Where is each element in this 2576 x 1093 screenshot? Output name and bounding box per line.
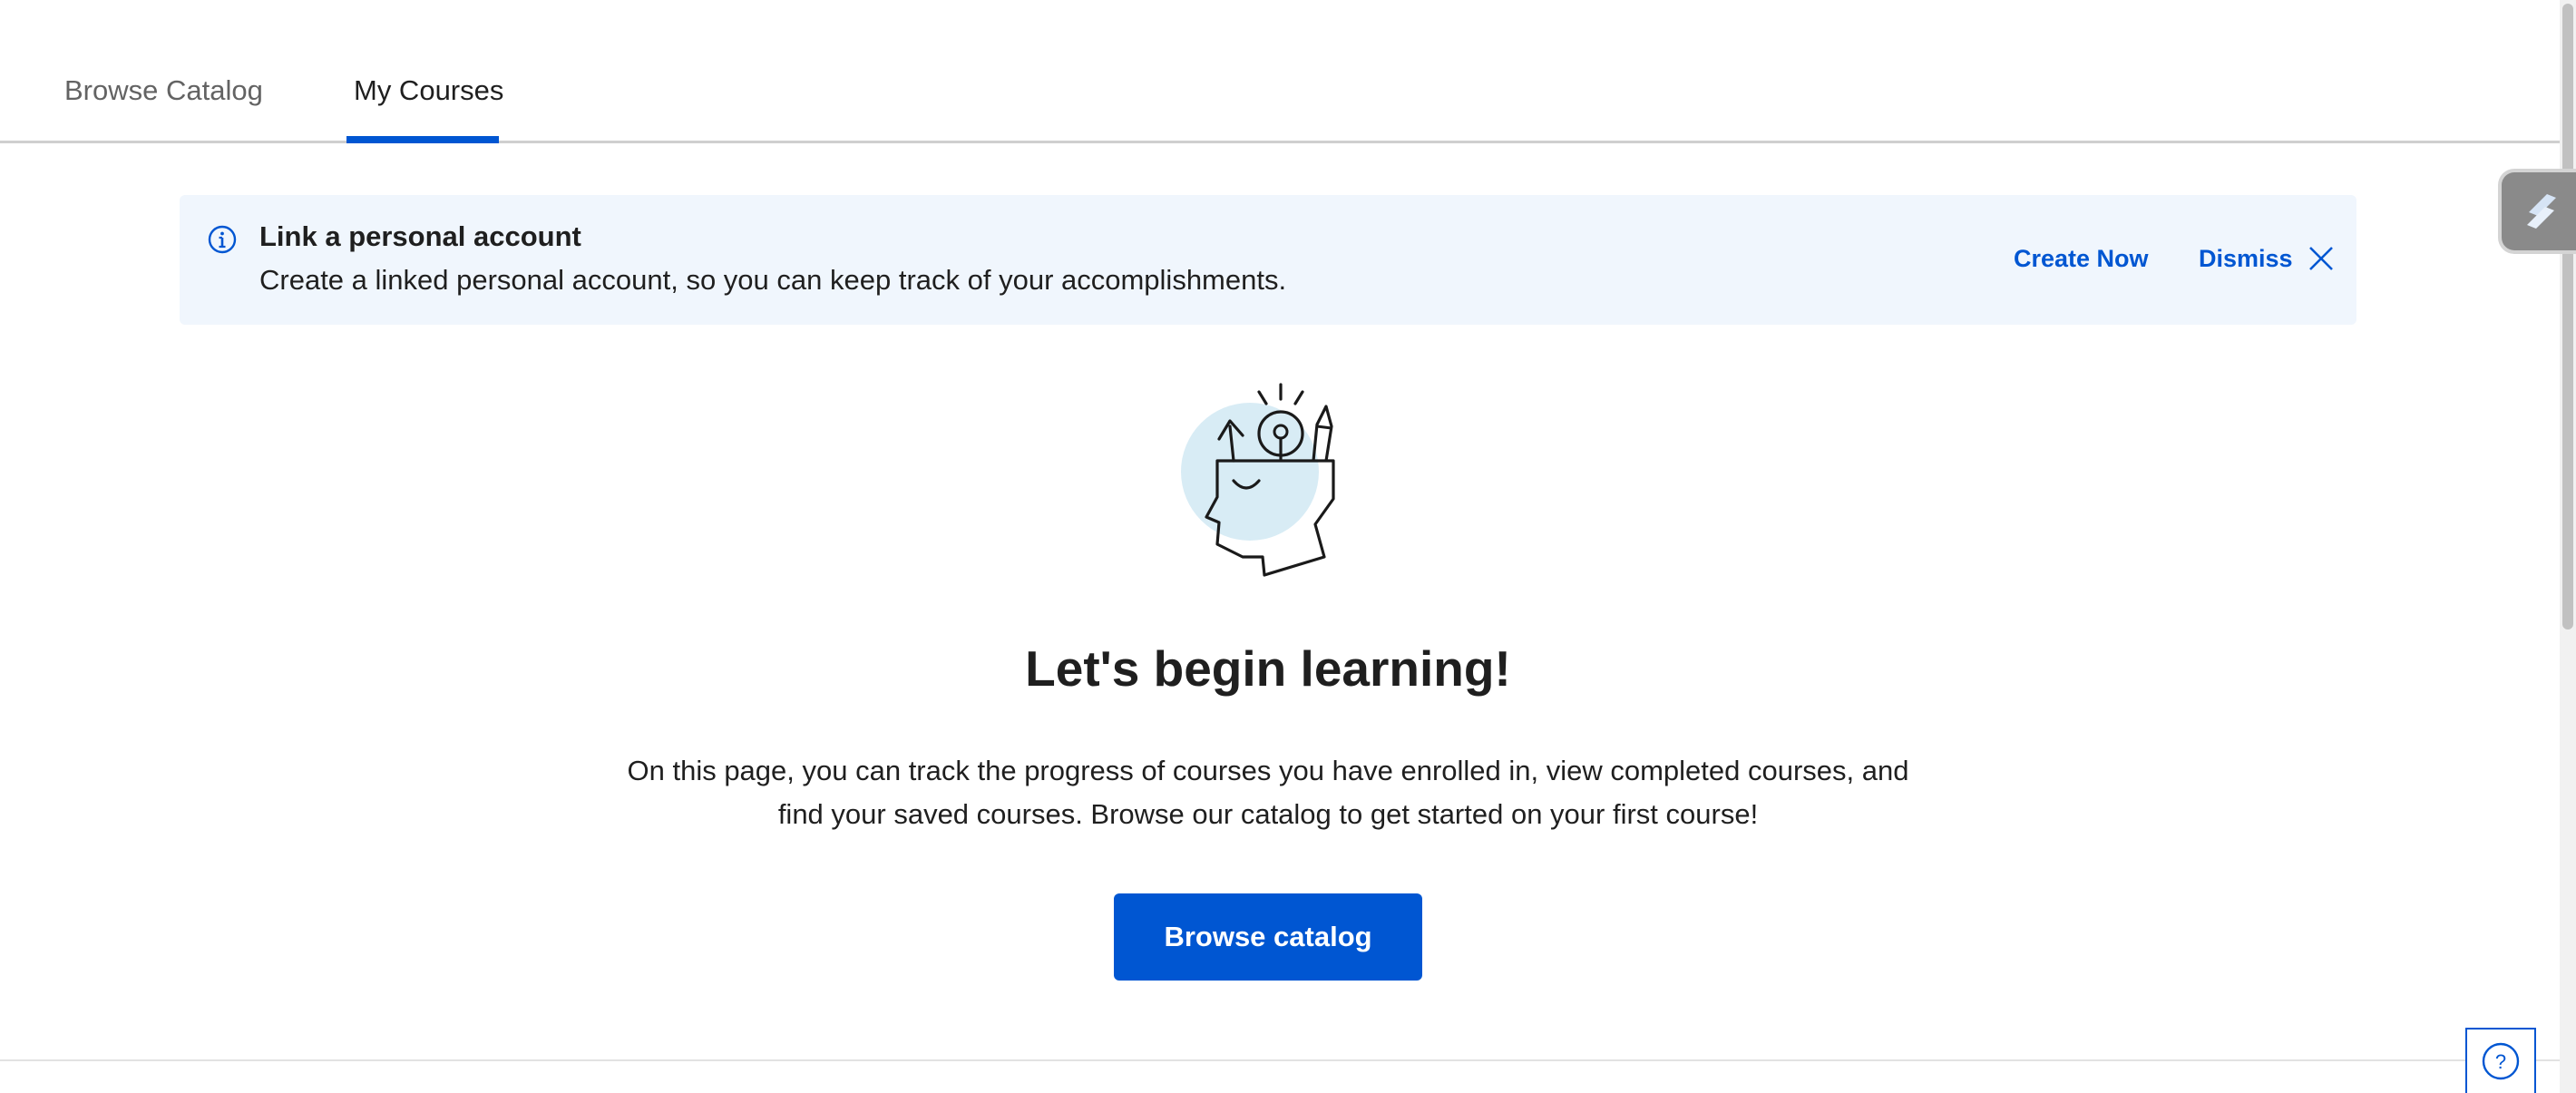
empty-state-description: On this page, you can track the progress… xyxy=(627,755,1909,830)
vertical-scrollbar[interactable] xyxy=(2560,0,2576,1093)
footer-divider xyxy=(0,1059,2560,1061)
create-now-link[interactable]: Create Now xyxy=(2014,245,2149,273)
tab-browse-catalog[interactable]: Browse Catalog xyxy=(64,73,263,109)
browse-catalog-button[interactable]: Browse catalog xyxy=(1114,893,1422,981)
question-icon: ? xyxy=(2482,1042,2520,1080)
tab-my-courses[interactable]: My Courses xyxy=(354,73,503,109)
app-widget-icon xyxy=(2527,194,2556,229)
app-widget-button[interactable] xyxy=(2502,172,2576,250)
close-icon xyxy=(2308,247,2333,270)
banner-text: Create a linked personal account, so you… xyxy=(259,264,1287,296)
dismiss-button[interactable]: Dismiss xyxy=(2199,240,2335,277)
scrollbar-thumb[interactable] xyxy=(2562,4,2573,629)
empty-state-heading: Let's begin learning! xyxy=(1025,640,1511,697)
top-nav: Browse Catalog My Courses xyxy=(0,0,2560,143)
dismiss-label: Dismiss xyxy=(2199,244,2293,272)
link-account-banner: Link a personal account Create a linked … xyxy=(180,195,2356,325)
head-lightbulb-illustration xyxy=(1181,383,1335,577)
help-button[interactable]: ? xyxy=(2465,1028,2536,1093)
help-label: ? xyxy=(2495,1050,2506,1073)
info-icon xyxy=(208,225,237,254)
banner-title: Link a personal account xyxy=(259,220,581,252)
active-tab-indicator xyxy=(346,136,499,143)
